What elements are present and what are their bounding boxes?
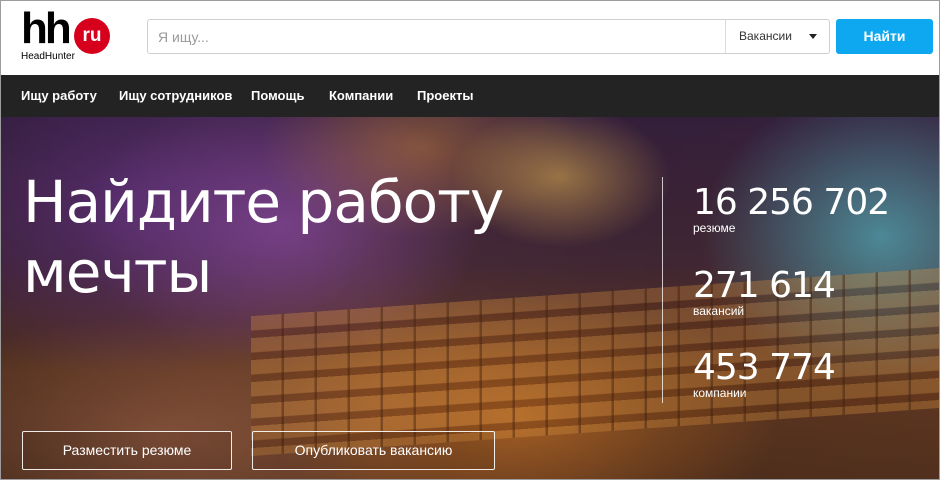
stat-value: 16 256 702 [693, 182, 890, 223]
hero-title-line-1: Найдите работу [23, 168, 504, 236]
hero-title-line-2: мечты [23, 238, 212, 306]
stat-label: вакансий [693, 304, 745, 318]
logo-subtitle: HeadHunter [21, 51, 75, 62]
post-vacancy-button[interactable]: Опубликовать вакансию [252, 431, 495, 470]
hero-title: Найдите работу мечты [23, 167, 583, 307]
logo-mark: hh [21, 4, 72, 53]
page-frame: hh ru HeadHunter Вакансии Найти Ищу рабо… [0, 0, 940, 480]
nav-item-companies[interactable]: Компании [329, 75, 393, 117]
search-bar: Вакансии [147, 19, 830, 54]
hh-logo[interactable]: hh ru HeadHunter [21, 5, 113, 63]
find-button[interactable]: Найти [836, 19, 933, 54]
stat-resumes: 16 256 702 резюме [693, 182, 890, 236]
nav-item-help[interactable]: Помощь [251, 75, 304, 117]
nav-item-projects[interactable]: Проекты [417, 75, 473, 117]
stat-companies: 453 774 компании [693, 347, 836, 401]
stat-label: компании [693, 386, 747, 400]
hero-banner: Найдите работу мечты 16 256 702 резюме 2… [1, 117, 939, 479]
search-category-label: Вакансии [739, 29, 792, 43]
stat-value: 271 614 [693, 265, 836, 306]
nav-item-find-employees[interactable]: Ищу сотрудников [119, 75, 232, 117]
stats-divider [662, 177, 663, 403]
stat-vacancies: 271 614 вакансий [693, 265, 836, 319]
search-input[interactable] [148, 20, 725, 53]
post-resume-button[interactable]: Разместить резюме [22, 431, 232, 470]
nav-item-job-search[interactable]: Ищу работу [21, 75, 97, 117]
search-category-select[interactable]: Вакансии [725, 20, 829, 53]
main-nav: Ищу работу Ищу сотрудников Помощь Компан… [1, 75, 939, 117]
stat-label: резюме [693, 221, 736, 235]
chevron-down-icon [809, 34, 817, 39]
logo-badge: ru [74, 18, 110, 54]
stat-value: 453 774 [693, 347, 836, 388]
header: hh ru HeadHunter Вакансии Найти [1, 1, 939, 75]
